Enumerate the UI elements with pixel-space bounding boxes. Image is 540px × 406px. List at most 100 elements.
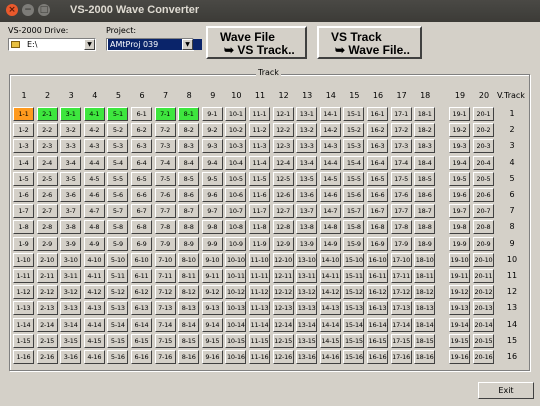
track-cell[interactable]: 12-12 [272, 285, 294, 300]
track-cell[interactable]: 20-10 [473, 252, 494, 267]
track-cell[interactable]: 10-14 [225, 317, 247, 332]
track-cell[interactable]: 12-7 [272, 204, 294, 219]
track-cell[interactable]: 14-13 [319, 301, 341, 316]
track-cell[interactable]: 5-9 [107, 236, 129, 251]
track-cell[interactable]: 11-11 [249, 269, 270, 283]
track-cell[interactable]: 13-6 [296, 188, 318, 202]
track-cell[interactable]: 14-8 [319, 220, 341, 235]
track-cell[interactable]: 9-7 [201, 204, 223, 219]
track-cell[interactable]: 18-3 [414, 139, 436, 154]
track-cell[interactable]: 6-12 [131, 285, 152, 300]
maximize-icon[interactable]: □ [38, 4, 50, 16]
track-cell[interactable]: 9-14 [201, 317, 223, 332]
track-cell[interactable]: 13-12 [296, 285, 318, 300]
track-cell[interactable]: 18-2 [414, 123, 436, 138]
track-cell[interactable]: 18-16 [414, 350, 436, 364]
track-cell[interactable]: 17-13 [390, 301, 412, 316]
track-cell[interactable]: 7-8 [154, 220, 176, 235]
track-cell[interactable]: 16-10 [367, 252, 388, 267]
track-cell[interactable]: 5-15 [107, 333, 129, 348]
track-cell[interactable]: 7-9 [154, 236, 176, 251]
track-cell[interactable]: 10-5 [225, 171, 247, 186]
track-cell[interactable]: 6-13 [131, 301, 152, 316]
track-cell[interactable]: 8-13 [178, 301, 200, 316]
track-cell[interactable]: 1-6 [13, 188, 34, 202]
track-cell[interactable]: 1-1 [13, 107, 34, 121]
track-cell[interactable]: 7-15 [154, 333, 176, 348]
track-cell[interactable]: 19-8 [449, 220, 470, 235]
track-cell[interactable]: 16-5 [367, 171, 388, 186]
track-cell[interactable]: 10-3 [225, 139, 247, 154]
track-cell[interactable]: 8-15 [178, 333, 200, 348]
track-cell[interactable]: 14-9 [319, 236, 341, 251]
track-cell[interactable]: 8-8 [178, 220, 200, 235]
track-cell[interactable]: 14-16 [319, 350, 341, 364]
track-cell[interactable]: 18-5 [414, 171, 436, 186]
track-cell[interactable]: 12-4 [272, 155, 294, 170]
track-cell[interactable]: 13-4 [296, 155, 318, 170]
track-cell[interactable]: 19-10 [449, 252, 470, 267]
track-cell[interactable]: 13-15 [296, 333, 318, 348]
track-cell[interactable]: 3-1 [60, 107, 82, 121]
track-cell[interactable]: 12-3 [272, 139, 294, 154]
track-cell[interactable]: 4-11 [83, 269, 105, 283]
track-cell[interactable]: 17-14 [390, 317, 412, 332]
track-cell[interactable]: 3-9 [60, 236, 82, 251]
track-cell[interactable]: 10-1 [225, 107, 247, 121]
track-cell[interactable]: 17-4 [390, 155, 412, 170]
track-cell[interactable]: 16-13 [367, 301, 388, 316]
track-cell[interactable]: 13-1 [296, 107, 318, 121]
track-cell[interactable]: 7-14 [154, 317, 176, 332]
track-cell[interactable]: 14-4 [319, 155, 341, 170]
track-cell[interactable]: 13-14 [296, 317, 318, 332]
track-cell[interactable]: 4-9 [83, 236, 105, 251]
track-cell[interactable]: 7-3 [154, 139, 176, 154]
track-cell[interactable]: 9-11 [201, 269, 223, 283]
track-cell[interactable]: 3-11 [60, 269, 82, 283]
track-cell[interactable]: 6-4 [131, 155, 152, 170]
track-cell[interactable]: 6-1 [131, 107, 152, 121]
track-cell[interactable]: 4-13 [83, 301, 105, 316]
track-cell[interactable]: 17-16 [390, 350, 412, 364]
track-cell[interactable]: 20-12 [473, 285, 494, 300]
track-cell[interactable]: 6-3 [131, 139, 152, 154]
track-cell[interactable]: 5-11 [107, 269, 129, 283]
track-cell[interactable]: 15-3 [343, 139, 365, 154]
track-cell[interactable]: 11-1 [249, 107, 270, 121]
track-cell[interactable]: 15-8 [343, 220, 365, 235]
track-cell[interactable]: 13-3 [296, 139, 318, 154]
track-cell[interactable]: 19-3 [449, 139, 470, 154]
track-cell[interactable]: 9-9 [201, 236, 223, 251]
track-cell[interactable]: 11-2 [249, 123, 270, 138]
track-cell[interactable]: 2-14 [36, 317, 58, 332]
track-cell[interactable]: 15-11 [343, 269, 365, 283]
track-cell[interactable]: 8-16 [178, 350, 200, 364]
track-cell[interactable]: 3-10 [60, 252, 82, 267]
track-cell[interactable]: 10-6 [225, 188, 247, 202]
track-cell[interactable]: 1-7 [13, 204, 34, 219]
track-cell[interactable]: 17-6 [390, 188, 412, 202]
track-cell[interactable]: 15-2 [343, 123, 365, 138]
track-cell[interactable]: 15-4 [343, 155, 365, 170]
track-cell[interactable]: 6-15 [131, 333, 152, 348]
track-cell[interactable]: 16-14 [367, 317, 388, 332]
track-cell[interactable]: 16-3 [367, 139, 388, 154]
track-cell[interactable]: 11-14 [249, 317, 270, 332]
track-cell[interactable]: 9-2 [201, 123, 223, 138]
track-cell[interactable]: 8-1 [178, 107, 200, 121]
track-cell[interactable]: 12-16 [272, 350, 294, 364]
track-cell[interactable]: 11-13 [249, 301, 270, 316]
track-cell[interactable]: 19-14 [449, 317, 470, 332]
track-cell[interactable]: 17-12 [390, 285, 412, 300]
track-cell[interactable]: 10-13 [225, 301, 247, 316]
track-cell[interactable]: 15-14 [343, 317, 365, 332]
track-cell[interactable]: 9-4 [201, 155, 223, 170]
track-cell[interactable]: 9-10 [201, 252, 223, 267]
track-cell[interactable]: 7-13 [154, 301, 176, 316]
track-cell[interactable]: 3-6 [60, 188, 82, 202]
track-cell[interactable]: 10-2 [225, 123, 247, 138]
track-cell[interactable]: 5-16 [107, 350, 129, 364]
track-cell[interactable]: 12-6 [272, 188, 294, 202]
track-cell[interactable]: 3-4 [60, 155, 82, 170]
track-cell[interactable]: 20-11 [473, 269, 494, 283]
